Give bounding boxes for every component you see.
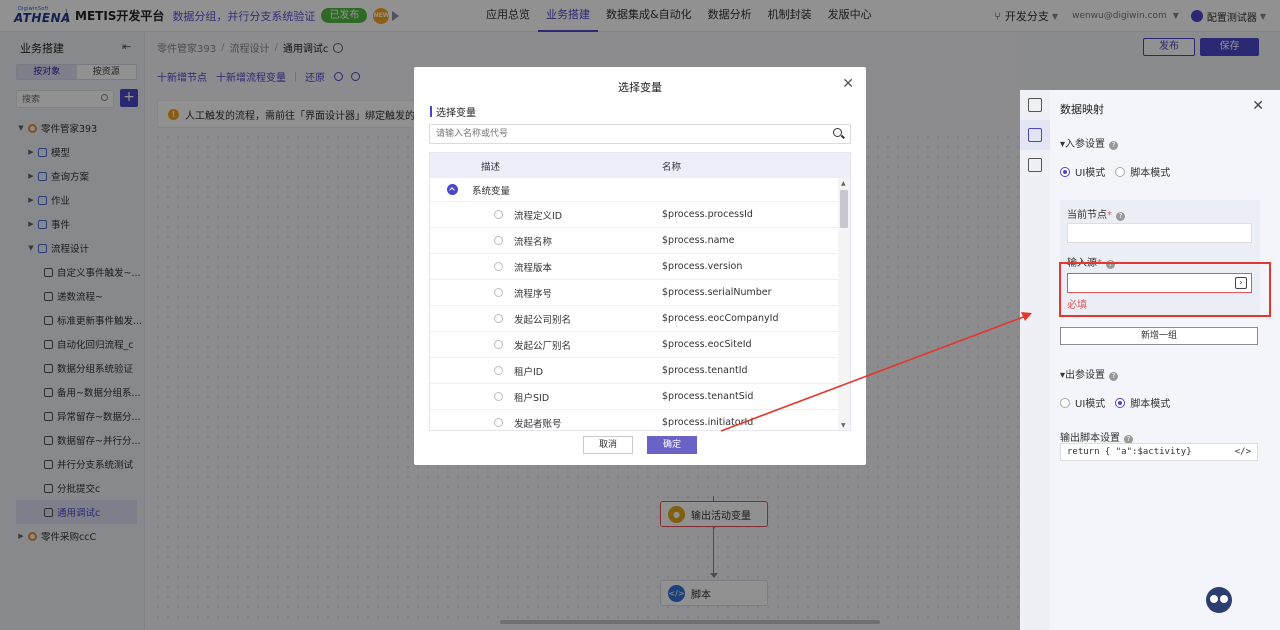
table-row[interactable]: 发起公厂别名 $process.eocSiteId bbox=[430, 332, 837, 358]
panel-icon-rail bbox=[1020, 90, 1050, 630]
table-row[interactable]: 租户ID $process.tenantId bbox=[430, 358, 837, 384]
document-icon[interactable] bbox=[1028, 98, 1042, 112]
close-icon[interactable]: ✕ bbox=[1252, 98, 1264, 114]
dialog-subtitle: 选择变量 bbox=[430, 104, 476, 119]
vertical-scrollbar[interactable]: ▲ ▼ bbox=[838, 178, 850, 430]
script-mode-label: 脚本模式 bbox=[1130, 168, 1171, 179]
cancel-button[interactable]: 取消 bbox=[583, 436, 633, 454]
ui-mode-label: UI模式 bbox=[1075, 168, 1106, 179]
row-desc: 发起者账号 bbox=[514, 418, 562, 430]
group-label: 系统变量 bbox=[472, 185, 511, 197]
table-row[interactable]: 流程名称 $process.name bbox=[430, 228, 837, 254]
row-name: $process.version bbox=[662, 261, 743, 272]
row-desc: 租户ID bbox=[514, 366, 544, 378]
table-row[interactable]: 流程定义ID $process.processId bbox=[430, 202, 837, 228]
row-radio[interactable] bbox=[494, 210, 503, 219]
help-icon[interactable]: ? bbox=[1109, 372, 1119, 381]
table-row[interactable]: 发起公司别名 $process.eocCompanyId bbox=[430, 306, 837, 332]
variable-group-row[interactable]: 系统变量 bbox=[430, 178, 850, 202]
input-mode-radios: UI模式 脚本模式 bbox=[1060, 164, 1170, 179]
table-row[interactable]: 流程版本 $process.version bbox=[430, 254, 837, 280]
row-radio[interactable] bbox=[494, 392, 503, 401]
script-mode-label: 脚本模式 bbox=[1130, 399, 1171, 410]
table-row[interactable]: 租户SID $process.tenantSid bbox=[430, 384, 837, 410]
row-desc: 流程版本 bbox=[514, 262, 553, 274]
panel-body: 数据映射 ✕ ▾入参设置? UI模式 脚本模式 当前节点*? 输入源*? › 必… bbox=[1050, 90, 1280, 630]
output-settings-label: ▾出参设置 bbox=[1060, 370, 1106, 381]
row-name: $process.serialNumber bbox=[662, 287, 772, 298]
column-header-name: 名称 bbox=[662, 161, 682, 173]
variable-search-input[interactable] bbox=[430, 125, 820, 143]
input-settings-section[interactable]: ▾入参设置? bbox=[1060, 135, 1119, 150]
ui-mode-radio[interactable] bbox=[1060, 166, 1070, 177]
scroll-down-icon[interactable]: ▼ bbox=[841, 422, 846, 429]
row-name: $process.initiatorId bbox=[662, 417, 754, 428]
row-desc: 租户SID bbox=[514, 392, 550, 404]
scroll-up-icon[interactable]: ▲ bbox=[841, 180, 846, 187]
data-mapping-panel: 数据映射 ✕ ▾入参设置? UI模式 脚本模式 当前节点*? 输入源*? › 必… bbox=[1020, 90, 1280, 630]
current-node-input[interactable] bbox=[1067, 223, 1252, 243]
table-header: 描述 名称 bbox=[430, 153, 850, 178]
select-variable-dialog: 选择变量 ✕ 选择变量 描述 名称 系统变量 流程定义ID $process.pr… bbox=[414, 67, 866, 465]
add-group-button[interactable]: 新增一组 bbox=[1060, 327, 1258, 345]
help-icon[interactable]: ? bbox=[1109, 141, 1119, 150]
confirm-button[interactable]: 确定 bbox=[647, 436, 697, 454]
scrollbar-thumb[interactable] bbox=[840, 190, 848, 228]
input-settings-label: ▾入参设置 bbox=[1060, 139, 1106, 150]
row-radio[interactable] bbox=[494, 418, 503, 427]
output-script-label: 输出脚本设置? bbox=[1060, 429, 1133, 444]
script-mode-radio[interactable] bbox=[1115, 397, 1126, 408]
row-desc: 流程序号 bbox=[514, 288, 553, 300]
assistant-owl-icon[interactable] bbox=[1206, 587, 1232, 613]
row-desc: 发起公司别名 bbox=[514, 314, 572, 326]
search-icon[interactable] bbox=[833, 128, 842, 137]
row-radio[interactable] bbox=[494, 314, 503, 323]
row-name: $process.processId bbox=[662, 209, 753, 220]
variable-table: 描述 名称 系统变量 流程定义ID $process.processId 流程名称 $… bbox=[429, 152, 851, 431]
table-row[interactable]: 流程序号 $process.serialNumber bbox=[430, 280, 837, 306]
help-icon[interactable]: ? bbox=[1116, 212, 1125, 221]
ui-mode-label: UI模式 bbox=[1075, 399, 1106, 410]
row-radio[interactable] bbox=[494, 288, 503, 297]
row-name: $process.eocCompanyId bbox=[662, 313, 779, 324]
row-name: $process.eocSiteId bbox=[662, 339, 752, 350]
output-script-input[interactable]: return { "a":$activity} </> bbox=[1060, 443, 1258, 461]
annotation-highlight-box bbox=[1059, 262, 1271, 317]
row-radio[interactable] bbox=[494, 340, 503, 349]
dialog-title: 选择变量 bbox=[618, 81, 662, 94]
row-name: $process.name bbox=[662, 235, 735, 246]
chevron-up-icon[interactable] bbox=[447, 184, 458, 195]
current-node-label: 当前节点*? bbox=[1067, 206, 1125, 221]
row-name: $process.tenantId bbox=[662, 365, 748, 376]
row-desc: 流程名称 bbox=[514, 236, 553, 248]
row-desc: 流程定义ID bbox=[514, 210, 563, 222]
code-icon[interactable]: </> bbox=[1235, 444, 1251, 460]
row-radio[interactable] bbox=[494, 236, 503, 245]
variable-rows: 流程定义ID $process.processId 流程名称 $process.nam… bbox=[430, 202, 850, 430]
ui-mode-radio[interactable] bbox=[1060, 397, 1070, 408]
script-value: return { "a":$activity} bbox=[1067, 447, 1192, 457]
script-mode-radio[interactable] bbox=[1115, 166, 1126, 177]
mapping-icon[interactable] bbox=[1028, 128, 1042, 142]
table-row[interactable]: 发起者账号 $process.initiatorId bbox=[430, 410, 837, 430]
row-radio[interactable] bbox=[494, 366, 503, 375]
variable-search bbox=[429, 124, 851, 144]
column-header-desc: 描述 bbox=[481, 161, 501, 173]
settings-icon[interactable] bbox=[1028, 158, 1042, 172]
output-mode-radios: UI模式 脚本模式 bbox=[1060, 395, 1170, 410]
row-name: $process.tenantSid bbox=[662, 391, 754, 402]
output-settings-section[interactable]: ▾出参设置? bbox=[1060, 366, 1119, 381]
current-node-text: 当前节点 bbox=[1067, 210, 1107, 221]
close-icon[interactable]: ✕ bbox=[842, 76, 854, 92]
row-desc: 发起公厂别名 bbox=[514, 340, 572, 352]
row-radio[interactable] bbox=[494, 262, 503, 271]
panel-title: 数据映射 bbox=[1060, 103, 1104, 116]
